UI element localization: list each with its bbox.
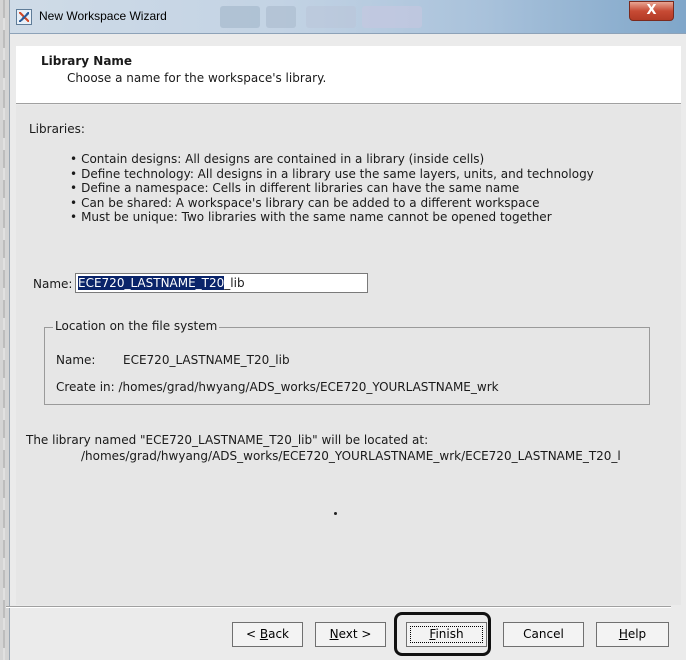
back-button[interactable]: < Back <box>232 622 303 647</box>
location-name-label: Name: <box>56 353 96 367</box>
background-blur <box>362 6 422 28</box>
finish-highlight-annotation <box>394 612 491 656</box>
summary-line: The library named "ECE720_LASTNAME_T20_l… <box>26 433 429 447</box>
background-blur <box>306 6 356 28</box>
bullet-item: Define a namespace: Cells in different l… <box>70 181 594 196</box>
location-group-legend: Location on the file system <box>53 319 220 333</box>
title-bar[interactable]: New Workspace Wizard X <box>10 0 686 34</box>
help-button[interactable]: Help <box>596 622 669 647</box>
stray-dot <box>334 512 337 515</box>
library-name-input[interactable]: ECE720_LASTNAME_T20_lib <box>75 273 368 293</box>
footer-separator <box>6 606 671 608</box>
location-create-in: Create in: /homes/grad/hwyang/ADS_works/… <box>56 380 499 394</box>
app-icon <box>16 9 32 25</box>
background-blur <box>220 6 260 28</box>
window-title: New Workspace Wizard <box>39 9 167 23</box>
libraries-heading: Libraries: <box>29 122 85 136</box>
background-blur <box>266 6 296 28</box>
close-button[interactable]: X <box>629 1 674 21</box>
wizard-header: Library Name Choose a name for the works… <box>16 46 681 104</box>
page-subtitle: Choose a name for the workspace's librar… <box>67 71 327 85</box>
page-title: Library Name <box>41 54 133 68</box>
name-label: Name: <box>33 277 73 291</box>
bullet-item: Define technology: All designs in a libr… <box>70 167 594 182</box>
next-button[interactable]: Next > <box>315 622 386 647</box>
cancel-button[interactable]: Cancel <box>503 622 584 647</box>
bullet-item: Can be shared: A workspace's library can… <box>70 196 594 211</box>
location-name-value: ECE720_LASTNAME_T20_lib <box>123 353 290 367</box>
background-strip <box>0 0 9 660</box>
selected-text: ECE720_LASTNAME_T20 <box>78 276 225 290</box>
summary-path: /homes/grad/hwyang/ADS_works/ECE720_YOUR… <box>81 449 621 463</box>
bullet-item: Contain designs: All designs are contain… <box>70 152 594 167</box>
unselected-text: _lib <box>224 276 245 290</box>
libraries-bullet-list: Contain designs: All designs are contain… <box>70 152 594 225</box>
bullet-item: Must be unique: Two libraries with the s… <box>70 210 594 225</box>
